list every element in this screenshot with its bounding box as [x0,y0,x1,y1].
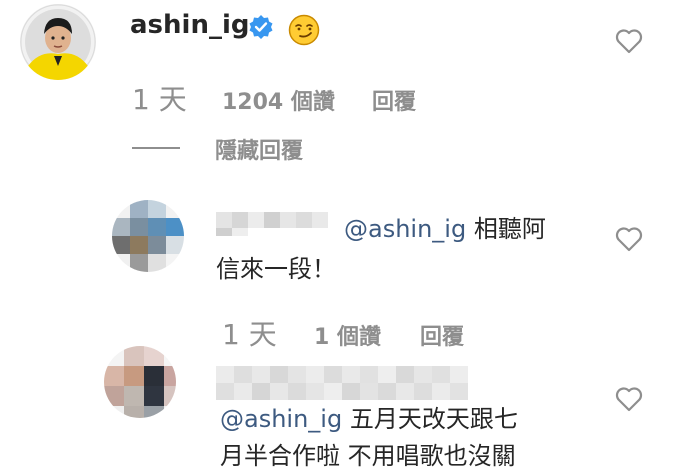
mention-link[interactable]: @ashin_ig [344,215,466,243]
reply-text-line-2: 月半合作啦 不用唱歌也沒關 [220,442,516,470]
reply-likes-count[interactable]: 1 個讚 [314,319,381,351]
reply-button[interactable]: 回覆 [420,319,464,351]
mention-link[interactable]: @ashin_ig [220,405,342,433]
likes-count[interactable]: 1204 個讚 [222,84,335,116]
username-blurred[interactable] [216,366,472,400]
divider-line [132,147,180,149]
like-heart-icon[interactable] [614,224,644,254]
reply-text-line-1: @ashin_ig 五月天改天跟七 [220,399,518,439]
avatar-pixelated[interactable] [112,200,184,272]
hide-replies-button[interactable]: 隱藏回覆 [215,133,303,165]
reply-text-line-2: 信來一段！ [216,255,336,283]
like-heart-icon[interactable] [614,26,644,56]
comment-timestamp: 1 天 [132,83,187,116]
reply-text-line-1: @ashin_ig 相聽阿 [344,209,546,249]
verified-badge-icon [248,14,274,40]
reply-text: 相聽阿 [473,215,546,243]
username-blurred[interactable] [216,208,336,236]
username-link[interactable]: ashin_ig [130,10,249,40]
reply-timestamp: 1 天 [222,318,277,351]
like-heart-icon[interactable] [614,384,644,414]
reply-button[interactable]: 回覆 [372,84,416,116]
smirk-emoji-icon [288,14,320,46]
reply-text: 五月天改天跟七 [349,405,518,433]
avatar-pixelated[interactable] [104,346,176,418]
avatar-ashin[interactable] [20,4,96,80]
